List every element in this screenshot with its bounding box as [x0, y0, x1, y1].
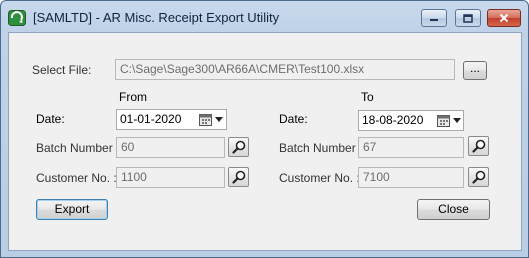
close-button[interactable]: Close: [417, 199, 490, 220]
from-batch-finder-button[interactable]: [228, 137, 249, 157]
app-window: [SAMLTD] - AR Misc. Receipt Export Utili…: [0, 0, 529, 258]
to-date-dropdown[interactable]: [437, 113, 465, 128]
to-batch-finder-button[interactable]: [468, 136, 489, 156]
from-customer-field[interactable]: 1100: [116, 167, 225, 188]
close-window-button[interactable]: [487, 9, 521, 27]
from-batch-label: Batch Number :: [36, 141, 120, 155]
from-date-value: 01-01-2020: [120, 112, 182, 126]
file-path-field[interactable]: C:\Sage\Sage300\AR66A\CMER\Test100.xlsx: [115, 59, 455, 80]
to-heading: To: [361, 90, 374, 104]
from-batch-field[interactable]: 60: [116, 137, 225, 158]
to-batch-label: Batch Number :: [279, 141, 363, 155]
search-icon: [471, 170, 485, 184]
export-button[interactable]: Export: [36, 199, 108, 220]
from-date-label: Date:: [36, 112, 65, 126]
from-date-picker[interactable]: 01-01-2020: [116, 109, 227, 130]
select-file-label: Select File:: [32, 63, 92, 77]
calendar-icon: [199, 114, 212, 126]
to-batch-field[interactable]: 67: [358, 137, 464, 158]
to-customer-finder-button[interactable]: [468, 167, 489, 187]
search-icon: [231, 140, 245, 154]
from-customer-label: Customer No. :: [36, 171, 117, 185]
from-heading: From: [119, 90, 147, 104]
search-icon: [471, 139, 485, 153]
chevron-down-icon: [453, 118, 461, 123]
to-date-label: Date:: [279, 112, 308, 126]
sage-app-icon: [8, 10, 26, 26]
dialog-body: Select File: C:\Sage\Sage300\AR66A\CMER\…: [8, 32, 522, 251]
close-icon: [499, 13, 509, 23]
browse-button[interactable]: ...: [463, 61, 487, 80]
to-date-picker[interactable]: 18-08-2020: [358, 110, 464, 131]
to-date-value: 18-08-2020: [362, 113, 424, 127]
search-icon: [231, 170, 245, 184]
chevron-down-icon: [215, 117, 223, 122]
to-customer-label: Customer No. :: [279, 171, 360, 185]
minimize-button[interactable]: [421, 9, 447, 27]
maximize-button[interactable]: [455, 9, 481, 27]
from-date-dropdown[interactable]: [199, 112, 227, 127]
calendar-icon: [437, 115, 450, 127]
minimize-icon: [430, 19, 438, 21]
window-title: [SAMLTD] - AR Misc. Receipt Export Utili…: [33, 10, 280, 25]
to-customer-field[interactable]: 7100: [358, 167, 464, 188]
title-bar[interactable]: [SAMLTD] - AR Misc. Receipt Export Utili…: [1, 1, 528, 33]
from-customer-finder-button[interactable]: [228, 167, 249, 187]
maximize-icon: [463, 13, 473, 23]
